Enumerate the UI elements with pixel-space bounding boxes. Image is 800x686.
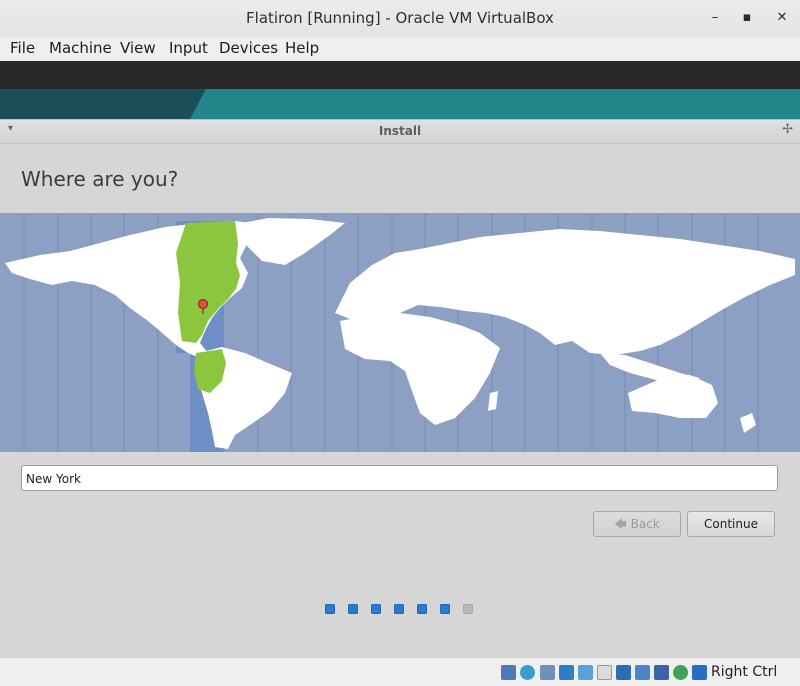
- installer-title: Install: [378, 124, 422, 138]
- menu-machine[interactable]: Machine: [49, 39, 112, 57]
- progress-dot-3: [371, 604, 381, 614]
- location-input[interactable]: New York: [21, 465, 778, 491]
- timezone-map[interactable]: [0, 213, 800, 452]
- progress-dot-1: [325, 604, 335, 614]
- menu-help[interactable]: Help: [285, 39, 319, 57]
- location-marker: [198, 299, 208, 309]
- menu-file[interactable]: File: [10, 39, 35, 57]
- minimize-button[interactable]: –: [705, 8, 725, 28]
- shared-folders-icon[interactable]: [597, 665, 612, 680]
- progress-dot-2: [348, 604, 358, 614]
- progress-dot-4: [394, 604, 404, 614]
- menubar: File Machine View Input Devices Help: [0, 37, 800, 62]
- back-button[interactable]: 🡄 Back: [593, 511, 681, 537]
- menu-view[interactable]: View: [120, 39, 156, 57]
- progress-dot-5: [417, 604, 427, 614]
- cpu-icon[interactable]: [654, 665, 669, 680]
- menu-input[interactable]: Input: [169, 39, 208, 57]
- video-capture-icon[interactable]: [635, 665, 650, 680]
- audio-icon[interactable]: [540, 665, 555, 680]
- continue-button[interactable]: Continue: [687, 511, 775, 537]
- usb-icon[interactable]: [578, 665, 593, 680]
- maximize-button[interactable]: ▪: [737, 8, 757, 28]
- page-title: Where are you?: [21, 167, 179, 191]
- vbox-statusbar: Right Ctrl: [0, 657, 800, 686]
- menu-devices[interactable]: Devices: [219, 39, 278, 57]
- arrow-left-icon: 🡄: [614, 517, 627, 531]
- host-key-label: Right Ctrl: [711, 664, 778, 680]
- hard-disk-icon[interactable]: [501, 665, 516, 680]
- display-icon[interactable]: [616, 665, 631, 680]
- window-title: Flatiron [Running] - Oracle VM VirtualBo…: [246, 9, 554, 27]
- guest-top-panel: [0, 61, 800, 89]
- optical-drive-icon[interactable]: [520, 665, 535, 680]
- back-button-label: Back: [630, 517, 660, 531]
- installer-dialog: ▾ Install ✢ Where are you? New York 🡄 Ba…: [0, 119, 800, 658]
- network-icon[interactable]: [559, 665, 574, 680]
- mouse-integration-icon[interactable]: [673, 665, 688, 680]
- keyboard-icon[interactable]: [692, 665, 707, 680]
- close-button[interactable]: ✕: [772, 8, 792, 28]
- progress-dot-6: [440, 604, 450, 614]
- pin-icon[interactable]: ✢: [782, 122, 793, 137]
- installer-titlebar: ▾ Install ✢: [0, 120, 800, 144]
- window-titlebar: Flatiron [Running] - Oracle VM VirtualBo…: [0, 0, 800, 38]
- progress-dot-7: [463, 604, 473, 614]
